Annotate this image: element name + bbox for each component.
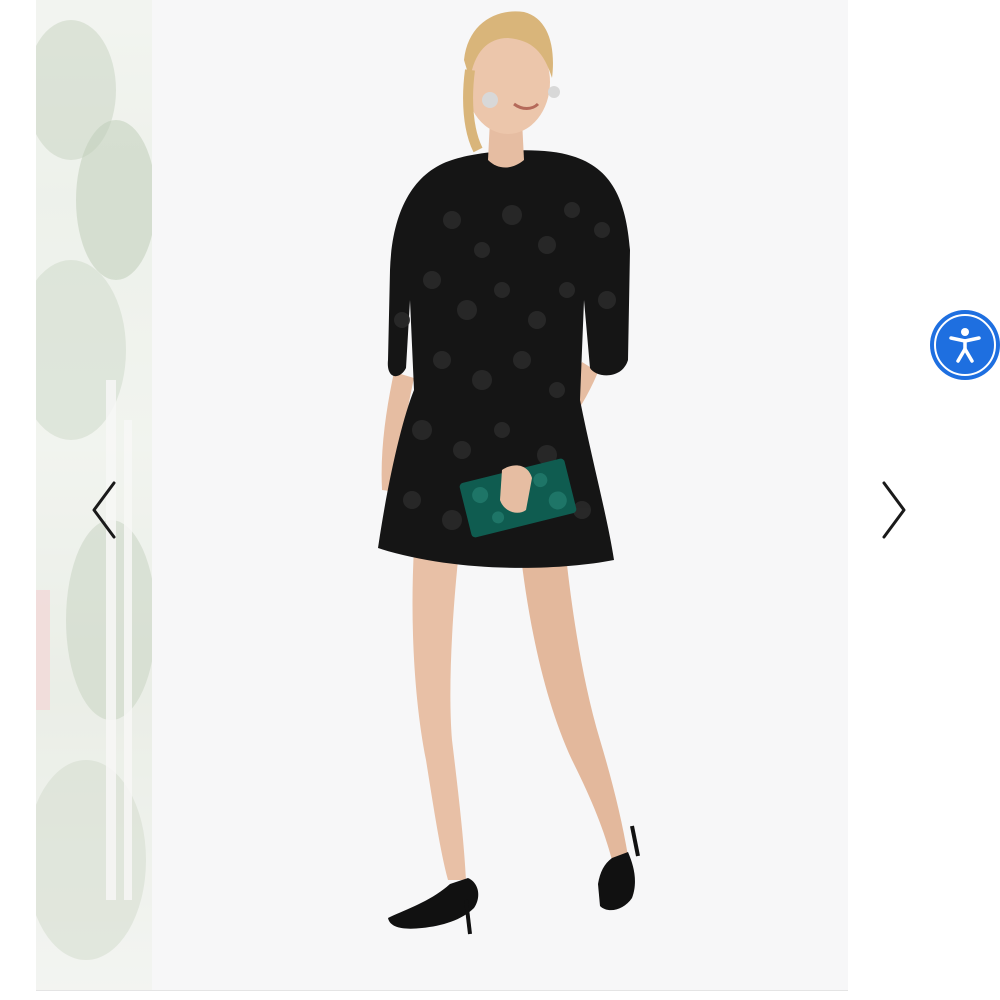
right-shoe <box>598 852 635 911</box>
next-slide-button[interactable] <box>874 475 914 545</box>
product-gallery-page <box>0 0 1000 1000</box>
main-product-image[interactable] <box>152 0 848 990</box>
accessibility-ring <box>934 314 996 376</box>
previous-slide-button[interactable] <box>84 475 124 545</box>
chevron-right-icon <box>882 481 906 539</box>
gallery-divider <box>36 990 848 991</box>
chevron-left-icon <box>92 481 116 539</box>
accessibility-button[interactable] <box>930 310 1000 380</box>
model-illustration <box>378 11 640 935</box>
